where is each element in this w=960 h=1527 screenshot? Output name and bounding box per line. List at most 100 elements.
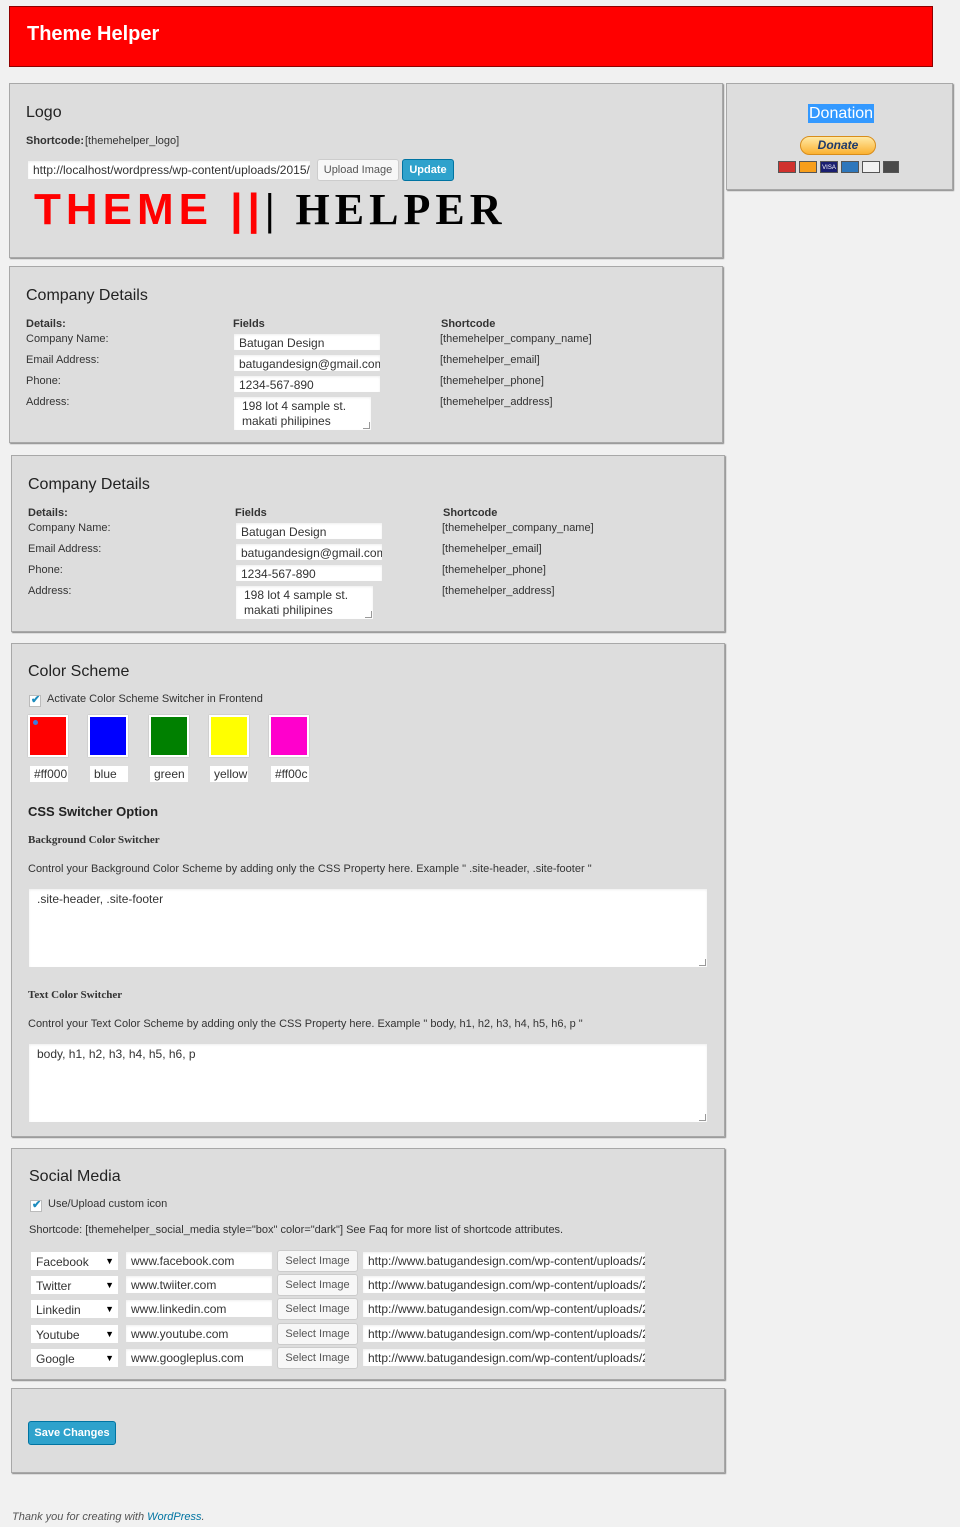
custom-icon-label: Use/Upload custom icon xyxy=(48,1198,168,1210)
admin-footer: Thank you for creating with WordPress. xyxy=(12,1511,205,1523)
logo-title: Logo xyxy=(26,104,62,121)
wordpress-link[interactable]: WordPress xyxy=(147,1511,201,1523)
bg-switcher-desc: Control your Background Color Scheme by … xyxy=(28,863,592,875)
icon-url-input-twitter[interactable]: http://www.batugandesign.com/wp-content/… xyxy=(362,1275,646,1294)
company-name-input[interactable]: Batugan Design xyxy=(233,333,381,351)
payment-cards: VISA xyxy=(778,161,899,174)
icon-url-input-google[interactable]: http://www.batugandesign.com/wp-content/… xyxy=(362,1348,646,1367)
checkmark-icon: ✔ xyxy=(31,694,41,706)
logo-preview: THEME ||| HELPER xyxy=(34,184,506,238)
swatch-label-yellow[interactable]: yellow xyxy=(209,765,249,783)
logo-panel: Logo Shortcode: [themehelper_logo] http:… xyxy=(9,83,723,258)
update-button[interactable]: Update xyxy=(402,159,454,181)
social-media-panel: Social Media ✔ Use/Upload custom icon Sh… xyxy=(11,1148,725,1380)
text-css-textarea[interactable]: body, h1, h2, h3, h4, h5, h6, p xyxy=(28,1043,708,1123)
phone-input[interactable]: 1234-567-890 xyxy=(233,375,381,393)
phone-label-2: Phone: xyxy=(28,564,63,576)
donate-button[interactable]: Donate xyxy=(800,136,876,155)
url-input-youtube[interactable]: www.youtube.com xyxy=(125,1324,273,1343)
footer-text: Thank you for creating with xyxy=(12,1511,145,1523)
address-label-2: Address: xyxy=(28,585,72,597)
dropdown-arrow-icon: ▼ xyxy=(105,1329,114,1339)
select-image-button-facebook[interactable]: Select Image xyxy=(277,1250,358,1272)
icon-url-input-youtube[interactable]: http://www.batugandesign.com/wp-content/… xyxy=(362,1324,646,1343)
network-select-youtube[interactable]: Youtube ▼ xyxy=(30,1324,119,1344)
swatch-blue[interactable] xyxy=(88,715,128,757)
url-input-facebook[interactable]: www.facebook.com xyxy=(125,1251,273,1270)
url-input-google[interactable]: www.googleplus.com xyxy=(125,1348,273,1367)
network-select-facebook[interactable]: Facebook ▼ xyxy=(30,1251,119,1271)
email-shortcode-2: [themehelper_email] xyxy=(442,543,542,555)
logo-preview-helper: | HELPER xyxy=(264,185,507,234)
company-name-input-2[interactable]: Batugan Design xyxy=(235,522,383,540)
email-label-2: Email Address: xyxy=(28,543,102,555)
logo-url-input[interactable]: http://localhost/wordpress/wp-content/up… xyxy=(27,160,311,180)
company-title: Company Details xyxy=(26,287,148,304)
col-shortcode-label: Shortcode xyxy=(441,318,496,330)
col-fields-label-2: Fields xyxy=(235,507,267,519)
company-title-2: Company Details xyxy=(28,476,150,493)
checkmark-icon: ✔ xyxy=(32,1199,42,1211)
company-name-label-2: Company Name: xyxy=(28,522,111,534)
activate-switcher-checkbox[interactable]: ✔ xyxy=(29,694,41,707)
col-fields-label: Fields xyxy=(233,318,265,330)
col-shortcode-label-2: Shortcode xyxy=(443,507,498,519)
company-name-shortcode-2: [themehelper_company_name] xyxy=(442,522,594,534)
swatch-green[interactable] xyxy=(149,715,189,757)
email-input-2[interactable]: batugandesign@gmail.com xyxy=(235,543,383,561)
text-switcher-desc: Control your Text Color Scheme by adding… xyxy=(28,1018,583,1030)
logo-shortcode-label: Shortcode: xyxy=(26,135,85,147)
bg-switcher-title: Background Color Switcher xyxy=(28,834,160,846)
save-changes-button[interactable]: Save Changes xyxy=(28,1421,116,1445)
network-select-twitter[interactable]: Twitter ▼ xyxy=(30,1275,119,1295)
address-textarea-2[interactable]: 198 lot 4 sample st. makati philipines xyxy=(235,585,374,620)
icon-url-input-facebook[interactable]: http://www.batugandesign.com/wp-content/… xyxy=(362,1251,646,1270)
save-panel: Save Changes xyxy=(11,1388,725,1473)
swatch-pink[interactable] xyxy=(269,715,309,757)
dropdown-arrow-icon: ▼ xyxy=(105,1353,114,1363)
logo-preview-theme: THEME || xyxy=(34,185,265,234)
select-image-button-twitter[interactable]: Select Image xyxy=(277,1274,358,1296)
address-label: Address: xyxy=(26,396,70,408)
custom-icon-checkbox[interactable]: ✔ xyxy=(30,1199,42,1212)
swatch-red[interactable] xyxy=(28,715,68,757)
phone-label: Phone: xyxy=(26,375,61,387)
dropdown-arrow-icon: ▼ xyxy=(105,1280,114,1290)
footer-period: . xyxy=(201,1511,205,1523)
network-select-google[interactable]: Google ▼ xyxy=(30,1348,119,1368)
dropdown-arrow-icon: ▼ xyxy=(105,1256,114,1266)
selected-dot-icon xyxy=(33,720,38,725)
dropdown-arrow-icon: ▼ xyxy=(105,1304,114,1314)
swatch-label-blue[interactable]: blue xyxy=(89,765,129,783)
color-scheme-panel: Color Scheme ✔ Activate Color Scheme Swi… xyxy=(11,643,725,1137)
swatch-label-pink[interactable]: #ff00c xyxy=(270,765,310,783)
icon-url-input-linkedin[interactable]: http://www.batugandesign.com/wp-content/… xyxy=(362,1299,646,1318)
url-input-linkedin[interactable]: www.linkedin.com xyxy=(125,1299,273,1318)
select-image-button-google[interactable]: Select Image xyxy=(277,1347,358,1369)
text-switcher-title: Text Color Switcher xyxy=(28,989,123,1001)
select-image-button-linkedin[interactable]: Select Image xyxy=(277,1298,358,1320)
email-shortcode: [themehelper_email] xyxy=(440,354,540,366)
col-details-label-2: Details: xyxy=(28,507,68,519)
company-details-panel-2: Company Details Details: Fields Shortcod… xyxy=(11,455,725,632)
company-name-shortcode: [themehelper_company_name] xyxy=(440,333,592,345)
css-switcher-title: CSS Switcher Option xyxy=(28,804,159,819)
url-input-twitter[interactable]: www.twiiter.com xyxy=(125,1275,273,1294)
email-input[interactable]: batugandesign@gmail.com xyxy=(233,354,381,372)
upload-image-button[interactable]: Upload Image xyxy=(317,159,399,181)
logo-shortcode: [themehelper_logo] xyxy=(85,135,180,147)
color-scheme-title: Color Scheme xyxy=(28,663,130,680)
visa-card-icon: VISA xyxy=(820,161,838,173)
address-textarea[interactable]: 198 lot 4 sample st. makati philipines xyxy=(233,396,372,431)
swatch-label-green[interactable]: green xyxy=(149,765,189,783)
bg-css-textarea[interactable]: .site-header, .site-footer xyxy=(28,888,708,968)
phone-input-2[interactable]: 1234-567-890 xyxy=(235,564,383,582)
swatch-yellow[interactable] xyxy=(209,715,249,757)
activate-switcher-label: Activate Color Scheme Switcher in Fronte… xyxy=(47,693,263,705)
select-image-button-youtube[interactable]: Select Image xyxy=(277,1323,358,1345)
donation-title: Donation xyxy=(808,104,875,123)
page-title: Theme Helper xyxy=(27,23,160,45)
address-shortcode: [themehelper_address] xyxy=(440,396,553,408)
swatch-label-red[interactable]: #ff000 xyxy=(29,765,69,783)
network-select-linkedin[interactable]: Linkedin ▼ xyxy=(30,1299,119,1319)
